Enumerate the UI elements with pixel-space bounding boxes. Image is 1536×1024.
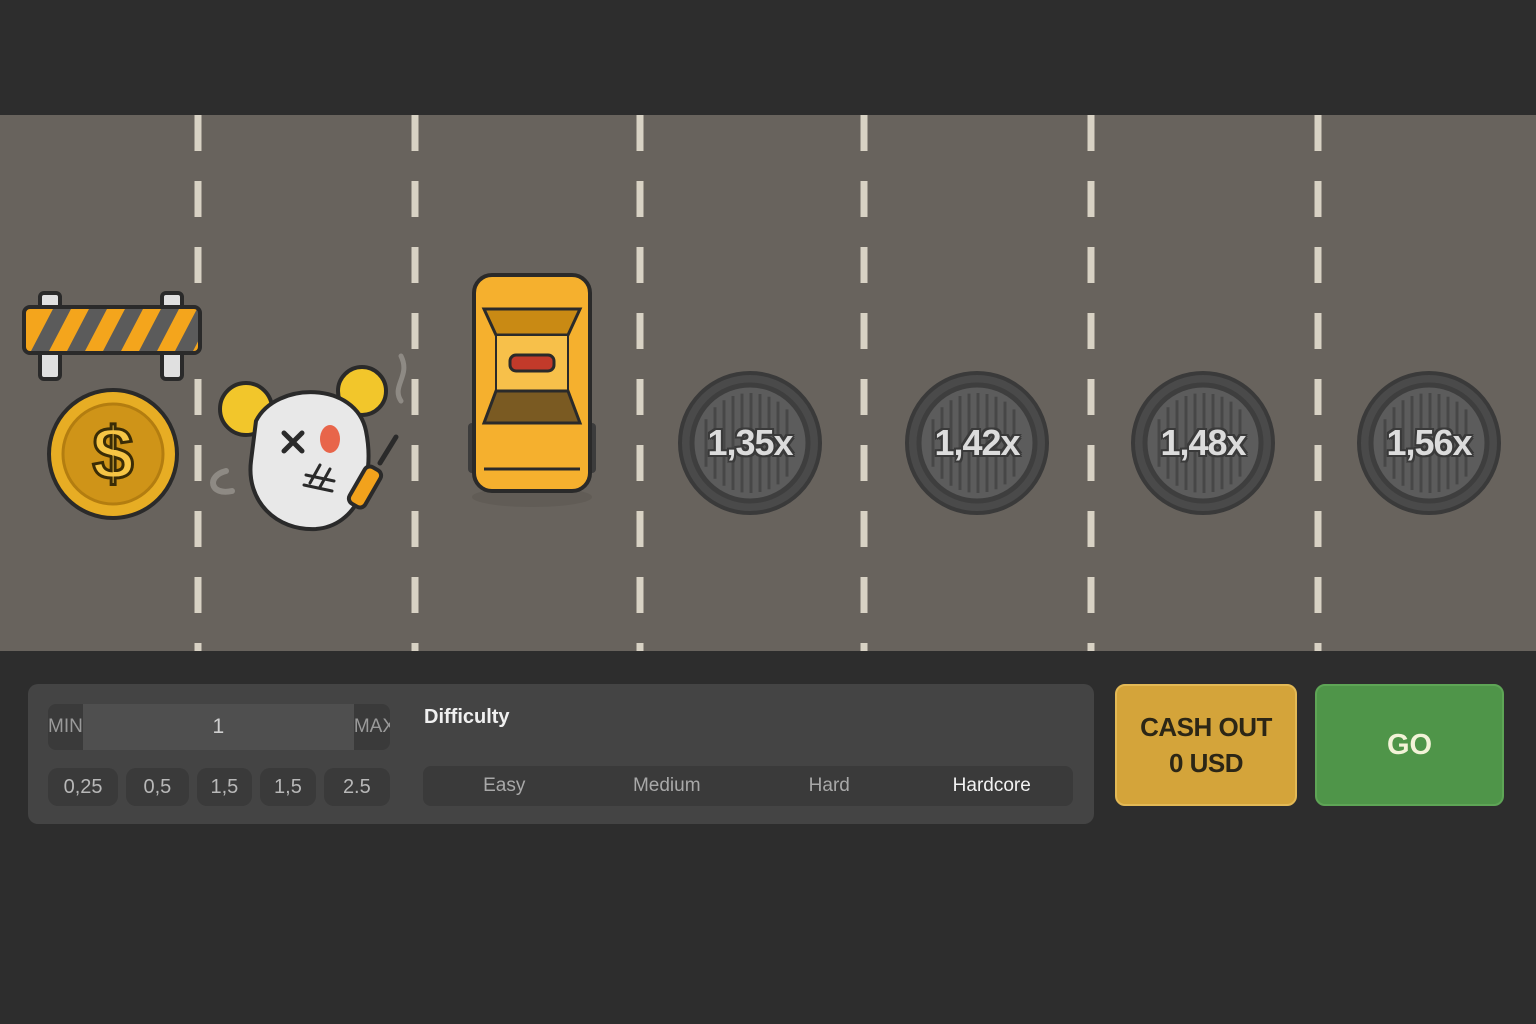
- go-button[interactable]: GO: [1315, 684, 1504, 806]
- min-button[interactable]: MIN: [48, 704, 83, 750]
- multiplier-label: 1,48x: [1160, 422, 1246, 463]
- chip-button[interactable]: 1,5: [260, 768, 316, 806]
- cash-out-button[interactable]: CASH OUT 0 USD: [1115, 684, 1297, 806]
- barrier-icon: [22, 291, 202, 381]
- coin-icon: $: [47, 388, 179, 520]
- difficulty-hard[interactable]: Hard: [748, 766, 911, 806]
- multiplier-label: 1,35x: [707, 422, 793, 463]
- max-button[interactable]: MAX: [354, 704, 390, 750]
- multiplier-label: 1,56x: [1386, 422, 1472, 463]
- chip-button[interactable]: 1,5: [196, 768, 253, 806]
- taxi-icon: [468, 273, 596, 507]
- manhole-lane-5[interactable]: 1,42x: [903, 369, 1051, 517]
- difficulty-label: Difficulty: [424, 706, 510, 728]
- difficulty-selector: Easy Medium Hard Hardcore: [423, 766, 1073, 806]
- difficulty-hardcore[interactable]: Hardcore: [911, 766, 1074, 806]
- chicken-icon: [210, 353, 407, 532]
- chip-button[interactable]: 2.5: [323, 768, 390, 806]
- chip-button[interactable]: 0,25: [48, 768, 119, 806]
- bet-panel: MIN MAX 0,25 0,5 1,5 1,5 2.5 Difficulty …: [28, 684, 1094, 824]
- bet-amount-input[interactable]: [82, 704, 354, 750]
- manhole-lane-4[interactable]: 1,35x: [676, 369, 824, 517]
- multiplier-label: 1,42x: [934, 422, 1020, 463]
- svg-text:$: $: [92, 412, 133, 495]
- cash-out-label: CASH OUT: [1140, 712, 1272, 742]
- game-screen: $ 1,35x 1,42x 1,48x 1,56x MIN 1 MAX 0,25…: [0, 0, 1536, 1024]
- bet-chips: 0,25 0,5 1,5 1,5 2.5: [48, 768, 390, 806]
- bet-amount-control: MIN MAX: [48, 704, 390, 750]
- cash-out-amount: 0 USD: [1168, 748, 1244, 778]
- difficulty-medium[interactable]: Medium: [586, 766, 749, 806]
- road: $ 1,35x 1,42x 1,48x 1,56x: [0, 115, 1536, 651]
- difficulty-easy[interactable]: Easy: [423, 766, 586, 806]
- manhole-lane-7[interactable]: 1,56x: [1355, 369, 1503, 517]
- manhole-lane-6[interactable]: 1,48x: [1129, 369, 1277, 517]
- chip-button[interactable]: 0,5: [126, 768, 189, 806]
